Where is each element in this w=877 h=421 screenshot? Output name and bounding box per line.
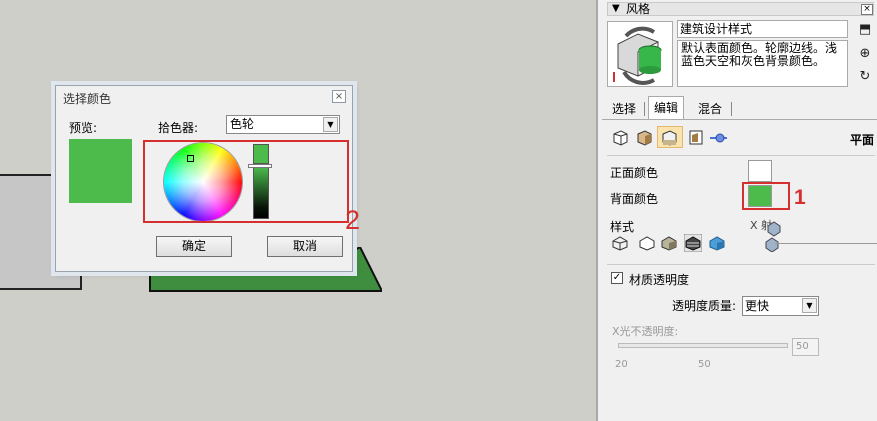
annotation-box-1 xyxy=(742,182,790,210)
xray-slider-track[interactable] xyxy=(775,243,877,244)
opacity-label: X光不透明度: xyxy=(612,325,679,338)
divider xyxy=(607,264,875,265)
chevron-down-icon: ▼ xyxy=(323,117,338,132)
front-color-label: 正面颜色 xyxy=(610,166,659,180)
chevron-down-icon: ▼ xyxy=(802,298,817,313)
style-thumbnail-icon xyxy=(613,26,662,85)
style-label: 样式 xyxy=(610,220,635,234)
face-mode-label: 平面 xyxy=(850,133,875,147)
style-description-field[interactable]: 默认表面颜色。轮廓边线。浅蓝色天空和灰色背景颜色。 xyxy=(677,40,848,87)
create-style-icon[interactable]: ⊕ xyxy=(857,46,873,62)
watermark-settings-icon[interactable] xyxy=(687,128,706,147)
tab-mix[interactable]: 混合 xyxy=(693,98,727,120)
picker-select-value: 色轮 xyxy=(230,117,255,131)
hidden-line-style-icon[interactable] xyxy=(638,234,656,252)
select-color-dialog: 选择颜色 × 预览: 拾色器: 色轮 ▼ 2 确定 取消 xyxy=(55,85,360,272)
monochrome-style-icon[interactable] xyxy=(708,234,726,252)
modeling-settings-icon[interactable] xyxy=(709,128,728,147)
tab-separator xyxy=(644,102,645,116)
annotation-box-2 xyxy=(143,140,349,223)
save-style-icon[interactable]: ⬒ xyxy=(857,22,873,38)
annotation-label-1: 1 xyxy=(794,186,806,209)
preview-swatch xyxy=(69,139,132,203)
back-color-label: 背面颜色 xyxy=(610,192,659,206)
panel-header[interactable]: ▼ 风格 × xyxy=(607,2,874,16)
quality-select[interactable]: 更快 ▼ xyxy=(742,296,819,316)
tab-separator xyxy=(731,102,732,116)
quality-select-value: 更快 xyxy=(745,299,770,313)
quality-label: 透明度质量: xyxy=(672,299,737,313)
cancel-button[interactable]: 取消 xyxy=(267,236,343,257)
annotation-label-2: 2 xyxy=(345,205,361,235)
divider xyxy=(607,155,875,156)
edge-settings-icon[interactable] xyxy=(611,128,630,147)
xray-cube-icon[interactable] xyxy=(764,212,784,252)
transparency-checkbox[interactable]: ✓ xyxy=(611,272,623,284)
transparency-label: 材质透明度 xyxy=(629,273,690,287)
styles-panel: ▼ 风格 × 建筑设计样式 默认表面颜色。轮廓边线。浅蓝色天空和灰色背景颜色。 … xyxy=(596,0,877,421)
preview-label: 预览: xyxy=(69,121,98,135)
ok-button[interactable]: 确定 xyxy=(156,236,232,257)
tab-edit[interactable]: 编辑 xyxy=(648,96,685,120)
opacity-slider[interactable] xyxy=(618,343,788,348)
style-name-field[interactable]: 建筑设计样式 xyxy=(677,20,848,38)
opacity-tick-label: 50 xyxy=(698,359,711,370)
picker-label: 拾色器: xyxy=(158,121,199,135)
background-settings-icon[interactable] xyxy=(660,128,679,147)
panel-title: 风格 xyxy=(626,2,651,16)
style-thumbnail[interactable] xyxy=(607,21,673,87)
tab-underline xyxy=(602,119,877,120)
dialog-title: 选择颜色 xyxy=(63,92,112,106)
front-color-swatch[interactable] xyxy=(748,160,772,182)
opacity-tick-label: 20 xyxy=(615,359,628,370)
tab-select[interactable]: 选择 xyxy=(607,98,641,120)
picker-select[interactable]: 色轮 ▼ xyxy=(226,115,340,134)
update-style-icon[interactable]: ↻ xyxy=(857,69,873,85)
shaded-textures-style-icon[interactable] xyxy=(684,234,702,252)
shaded-style-icon[interactable] xyxy=(660,234,678,252)
wireframe-style-icon[interactable] xyxy=(611,234,629,252)
face-settings-icon[interactable] xyxy=(635,128,654,147)
dialog-close-icon[interactable]: × xyxy=(332,90,346,103)
collapse-icon[interactable]: ▼ xyxy=(612,3,620,14)
panel-close-icon[interactable]: × xyxy=(861,4,873,15)
opacity-value-field[interactable]: 50 xyxy=(792,338,819,356)
